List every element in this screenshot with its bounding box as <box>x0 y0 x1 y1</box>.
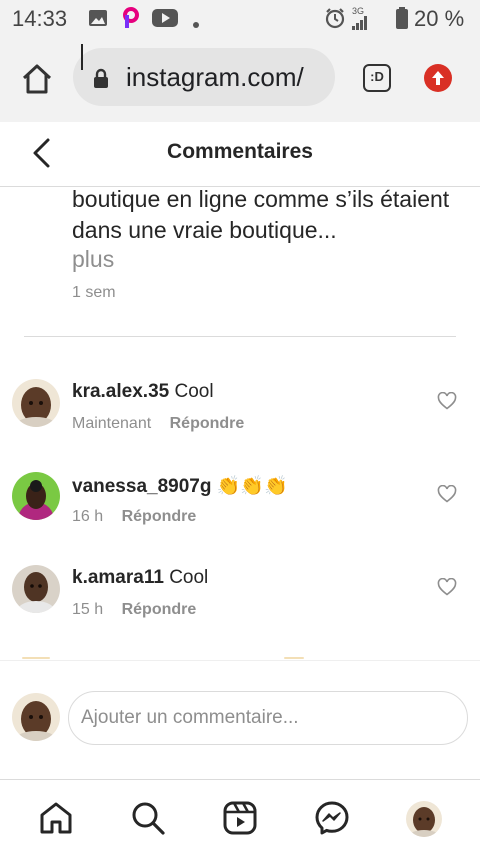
notification-dot-icon <box>193 15 199 33</box>
comment-username[interactable]: k.amara11 <box>72 567 164 588</box>
next-comment-peek <box>22 657 50 659</box>
caption-more-link[interactable]: plus <box>72 246 114 273</box>
comment-time: 15 h <box>72 601 104 618</box>
address-bar[interactable]: instagram.com/ <box>73 48 335 106</box>
heart-icon[interactable] <box>437 484 457 503</box>
battery-icon <box>396 7 408 34</box>
next-comment-peek <box>284 657 304 659</box>
browser-home-icon[interactable] <box>20 62 54 96</box>
heart-icon[interactable] <box>437 391 457 410</box>
browser-toolbar: instagram.com/ :D <box>0 36 480 122</box>
lock-icon <box>93 68 109 93</box>
comment-item: k.amara11 Cool 15 h Répondre <box>0 565 480 645</box>
comment-text: 👏👏👏 <box>216 476 288 497</box>
tab-switcher-button[interactable]: :D <box>363 64 391 92</box>
comment-composer <box>0 660 480 779</box>
status-time: 14:33 <box>12 6 68 31</box>
comment-text: Cool <box>174 381 214 402</box>
update-icon[interactable] <box>424 64 452 92</box>
avatar <box>12 693 60 741</box>
comment-time: Maintenant <box>72 415 152 432</box>
gallery-icon <box>88 9 108 32</box>
page-title: Commentaires <box>167 140 313 163</box>
avatar[interactable] <box>12 565 60 613</box>
reels-icon[interactable] <box>222 800 258 836</box>
reply-button[interactable]: Répondre <box>122 601 197 618</box>
alarm-icon <box>324 7 346 34</box>
avatar[interactable] <box>12 472 60 520</box>
text-caret <box>81 44 83 70</box>
battery-level: 20 % <box>414 6 465 31</box>
comment-item: vanessa_8907g 👏👏👏 16 h Répondre <box>0 472 480 552</box>
comments-header: Commentaires <box>0 122 480 187</box>
youtube-icon <box>152 9 178 32</box>
comment-text: Cool <box>169 567 209 588</box>
url-text: instagram.com/ <box>126 62 304 92</box>
comment-time: 16 h <box>72 508 104 525</box>
comment-username[interactable]: kra.alex.35 <box>72 381 169 402</box>
heart-icon[interactable] <box>437 577 457 596</box>
search-icon[interactable] <box>130 800 166 836</box>
reply-button[interactable]: Répondre <box>122 508 197 525</box>
bottom-nav <box>0 779 480 855</box>
comment-input[interactable] <box>68 691 468 745</box>
comment-item: kra.alex.35 Cool Maintenant Répondre <box>0 379 480 459</box>
home-icon[interactable] <box>38 800 74 836</box>
network-type: 3G <box>352 6 365 16</box>
caption-timestamp: 1 sem <box>72 284 116 301</box>
reply-button[interactable]: Répondre <box>170 415 245 432</box>
avatar[interactable] <box>12 379 60 427</box>
profile-avatar[interactable] <box>406 801 442 837</box>
picsart-icon <box>120 7 142 34</box>
messenger-icon[interactable] <box>314 800 350 836</box>
signal-icon <box>352 16 368 35</box>
post-caption: boutique en ligne comme s’ils étaient da… <box>72 186 450 243</box>
divider <box>24 336 456 337</box>
comment-username[interactable]: vanessa_8907g <box>72 476 211 497</box>
status-bar: 14:33 3G 20 % <box>0 0 480 36</box>
